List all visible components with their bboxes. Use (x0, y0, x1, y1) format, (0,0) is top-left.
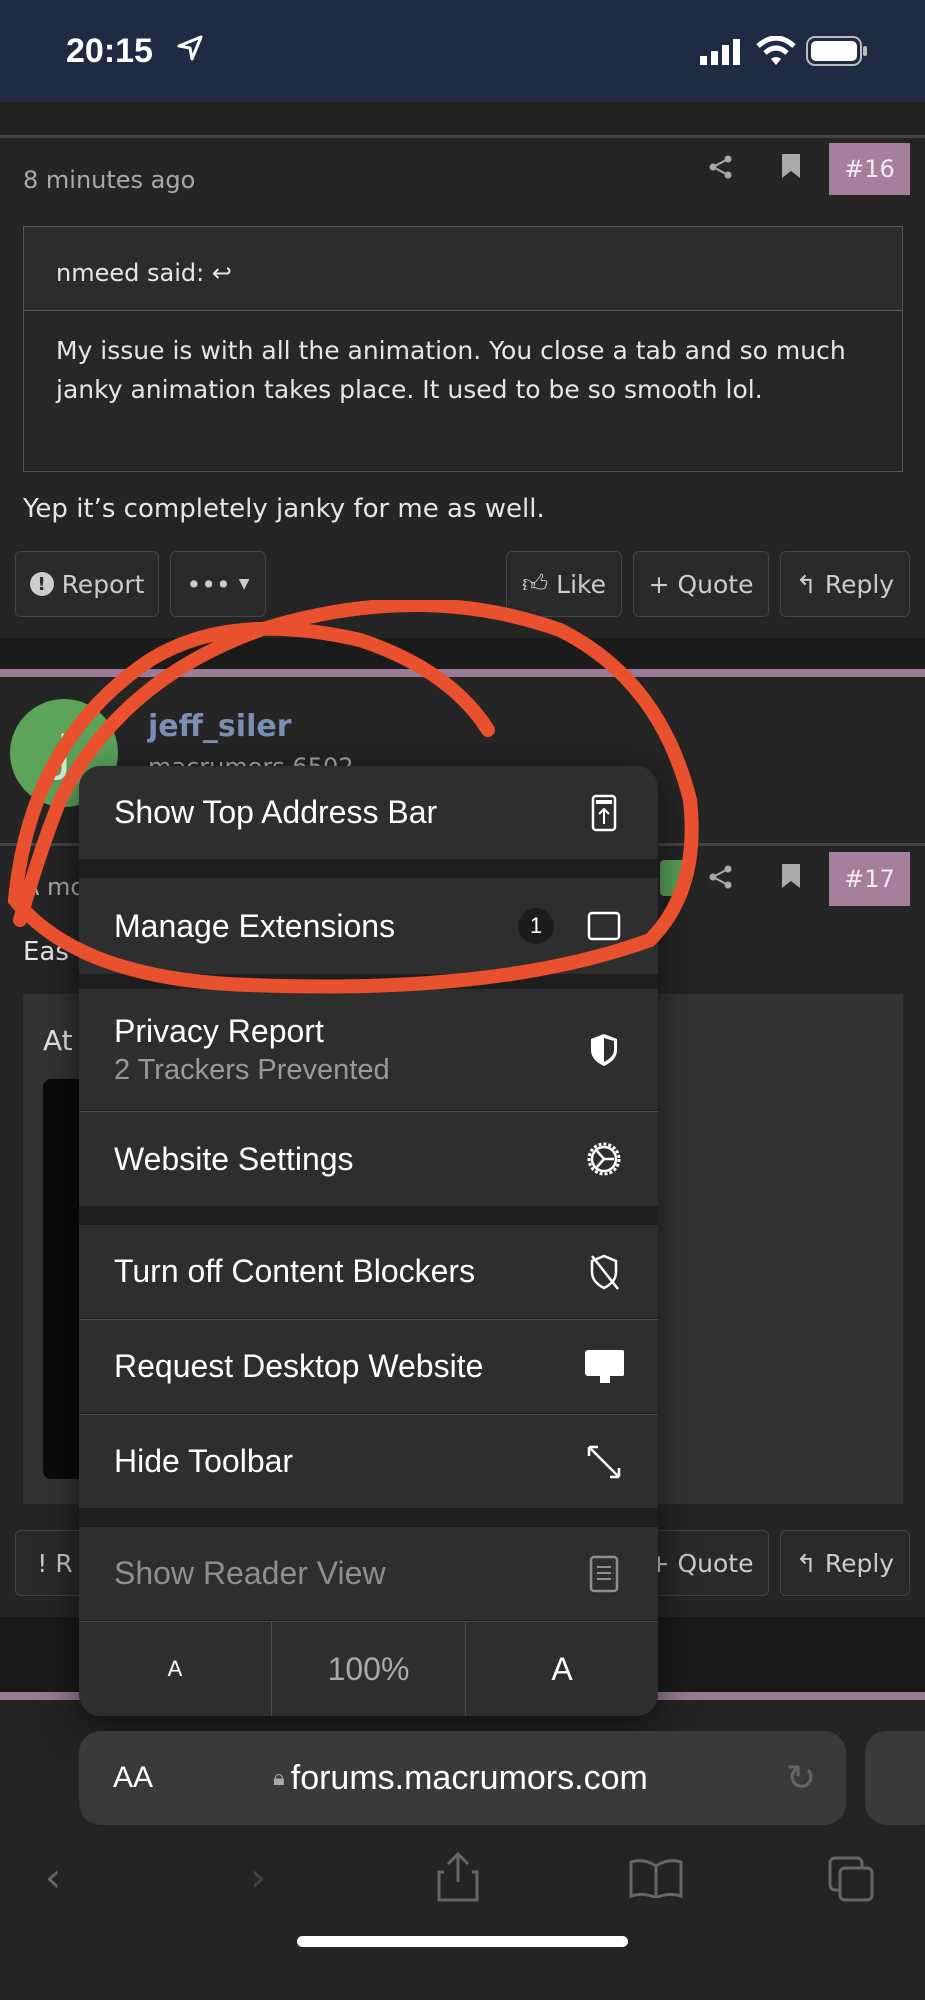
alert-icon: ! (37, 1548, 48, 1578)
quote-text: My issue is with all the animation. You … (56, 336, 846, 404)
menu-label: Hide Toolbar (114, 1443, 294, 1479)
more-label: ••• (186, 569, 231, 599)
shield-slash-icon (584, 1252, 624, 1292)
menu-label: Turn off Content Blockers (114, 1253, 476, 1289)
red-annotation-circle (7, 600, 699, 994)
increase-text-size-button[interactable]: A (465, 1621, 658, 1716)
gear-icon (584, 1139, 624, 1179)
like-label: Like (556, 569, 606, 599)
quote-author: nmeed said: (56, 259, 205, 287)
quote-block: nmeed said: ↩ My issue is with all the a… (23, 226, 903, 472)
report-label: Report (61, 569, 145, 599)
trackers-prevented: 2 Trackers Prevented (114, 1053, 390, 1086)
plus-icon: + (648, 569, 670, 599)
zoom-level[interactable]: 100% (272, 1622, 465, 1717)
menu-item-hide-toolbar[interactable]: Hide Toolbar (79, 1414, 658, 1508)
location-arrow-icon (177, 35, 203, 61)
caret-down-icon: ▼ (238, 576, 250, 592)
quote-label: Quote (677, 1548, 754, 1578)
bookmark-icon[interactable] (782, 154, 800, 178)
url-text[interactable]: forums.macrumors.com (291, 1759, 648, 1798)
reader-icon (584, 1554, 624, 1594)
reply-icon: ↰ (795, 1548, 817, 1578)
zoom-controls: A 100% A (79, 1621, 658, 1716)
menu-label: Show Reader View (114, 1555, 386, 1591)
menu-item-request-desktop-website[interactable]: Request Desktop Website (79, 1319, 658, 1413)
back-icon[interactable]: ‹ (45, 1855, 61, 1901)
report-label: R (55, 1548, 73, 1578)
menu-item-turn-off-content-blockers[interactable]: Turn off Content Blockers (79, 1225, 658, 1318)
reply-button[interactable]: ↰ Reply (780, 1530, 910, 1596)
desktop-icon (584, 1347, 624, 1387)
battery-icon (806, 36, 867, 66)
quote-label: Quote (677, 569, 754, 599)
expand-arrows-icon (584, 1442, 624, 1482)
home-indicator[interactable] (297, 1936, 628, 1947)
share-icon[interactable] (436, 1852, 480, 1902)
forward-icon[interactable]: › (250, 1855, 266, 1901)
menu-item-website-settings[interactable]: Website Settings (79, 1111, 658, 1206)
wifi-icon (756, 36, 796, 65)
post-top-strip (0, 102, 925, 138)
thumbs-up-icon: 👍︎ (522, 569, 549, 598)
alert-icon: ! (29, 572, 54, 596)
quote-return-icon[interactable]: ↩ (212, 259, 232, 287)
share-icon[interactable] (708, 154, 734, 180)
quote-text: At (43, 1024, 73, 1057)
menu-label: Request Desktop Website (114, 1348, 484, 1384)
reply-label: Reply (824, 1548, 895, 1578)
reload-icon[interactable]: ↻ (786, 1757, 816, 1799)
shield-icon (584, 1030, 624, 1070)
signal-icon (700, 39, 740, 65)
menu-label: Website Settings (114, 1140, 354, 1177)
reply-icon: ↰ (795, 569, 817, 599)
clock: 20:15 (66, 32, 153, 70)
post-time[interactable]: 8 minutes ago (23, 166, 195, 194)
address-bar[interactable]: AA 🔒︎ forums.macrumors.com ↻ (79, 1731, 846, 1825)
post-body: Yep it’s completely janky for me as well… (23, 494, 545, 524)
next-tab-address-bar[interactable] (865, 1731, 925, 1825)
post-number[interactable]: #16 (829, 143, 910, 195)
status-bar: 20:15 (0, 0, 925, 102)
bookmarks-icon[interactable] (628, 1858, 684, 1898)
reader-text-size-button[interactable]: AA (113, 1761, 153, 1795)
post-16: 8 minutes ago #16 nmeed said: ↩ My issue… (0, 138, 925, 638)
menu-item-show-reader-view[interactable]: Show Reader View (79, 1527, 658, 1620)
quote-header[interactable]: nmeed said: ↩ (24, 227, 902, 311)
tabs-icon[interactable] (828, 1856, 876, 1904)
decrease-text-size-button[interactable]: A (79, 1621, 272, 1716)
reply-label: Reply (824, 569, 895, 599)
lock-icon: 🔒︎ (273, 1765, 285, 1790)
